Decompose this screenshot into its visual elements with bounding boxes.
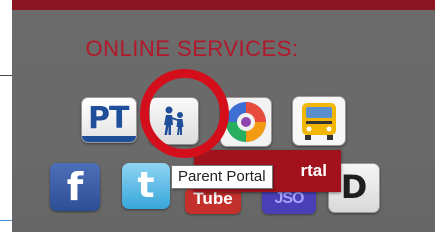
page-rule-top <box>0 75 12 76</box>
bus-service-button[interactable] <box>292 96 346 146</box>
red-highlight-circle <box>140 69 229 158</box>
parent-portal-tooltip: Parent Portal <box>171 165 273 189</box>
facebook-button[interactable]: f <box>50 163 100 211</box>
pt-logo-text: PT <box>88 101 129 136</box>
youtube-icon-label: Tube <box>193 189 233 208</box>
facebook-icon: f <box>66 165 84 209</box>
panel-top-bar <box>12 0 435 10</box>
pt-service-button[interactable]: PT <box>81 97 137 143</box>
blue-service-label: JSO <box>274 190 304 207</box>
pt-logo-bar <box>82 136 136 142</box>
school-bus-icon <box>302 103 336 140</box>
twitter-button[interactable]: t <box>122 163 170 209</box>
twitter-icon: t <box>137 165 155 206</box>
online-services-heading: ONLINE SERVICES: <box>85 36 299 61</box>
color-swirl-icon <box>226 102 266 142</box>
